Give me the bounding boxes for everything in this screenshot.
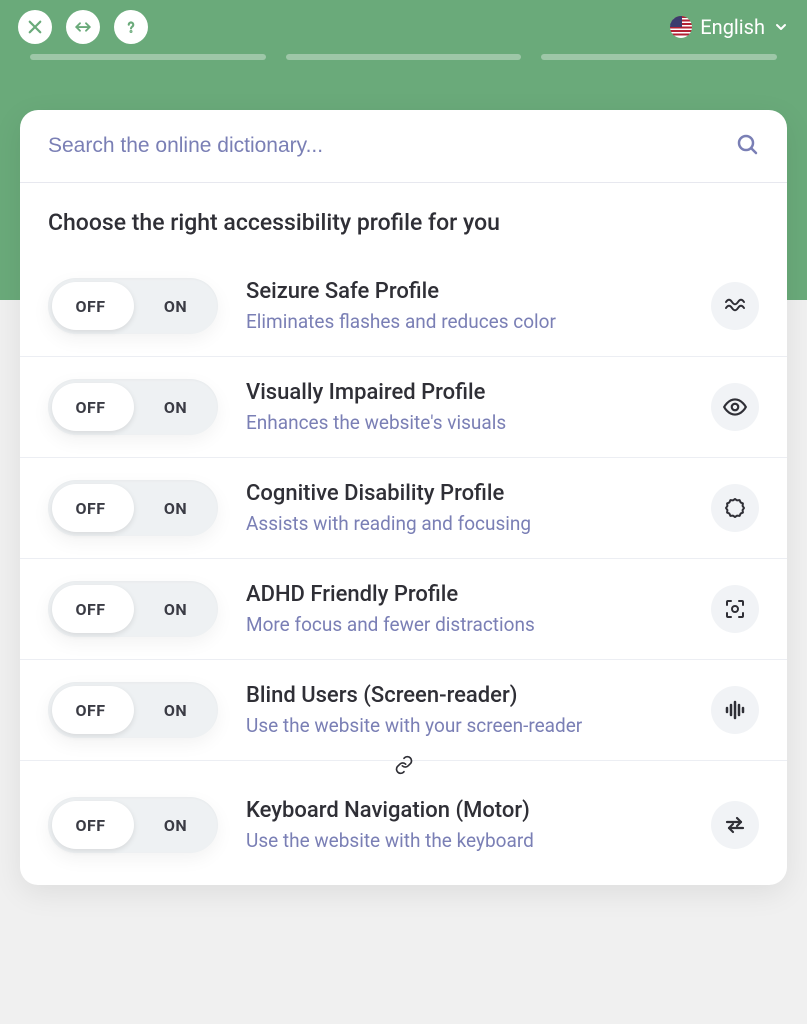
toggle-on-label: ON [133,701,218,720]
toggle-on-label: ON [133,297,218,316]
resize-horizontal-icon [72,18,94,36]
tab-placeholder [30,54,266,60]
profile-row-adhd: OFF ON ADHD Friendly Profile More focus … [20,559,787,660]
eye-icon [711,383,759,431]
profile-desc: Assists with reading and focusing [246,512,683,535]
profile-text: Seizure Safe Profile Eliminates flashes … [246,279,683,333]
flag-usa-icon [670,16,692,38]
toggle-off-label: OFF [48,297,133,316]
tabs-row [0,54,807,60]
top-bar-left [18,10,148,44]
profile-text: Keyboard Navigation (Motor) Use the webs… [246,798,683,852]
toggle-on-label: ON [133,600,218,619]
profile-title: Keyboard Navigation (Motor) [246,798,683,823]
profile-row-seizure-safe: OFF ON Seizure Safe Profile Eliminates f… [20,256,787,357]
profile-title: Cognitive Disability Profile [246,481,683,506]
toggle-seizure-safe[interactable]: OFF ON [48,278,218,334]
tab-placeholder [286,54,522,60]
profile-text: Blind Users (Screen-reader) Use the webs… [246,683,683,737]
toggle-off-label: OFF [48,816,133,835]
profile-text: ADHD Friendly Profile More focus and few… [246,582,683,636]
toggle-off-label: OFF [48,701,133,720]
dictionary-search-input[interactable] [48,134,735,158]
profile-text: Cognitive Disability Profile Assists wit… [246,481,683,535]
resize-button[interactable] [66,10,100,44]
toggle-off-label: OFF [48,398,133,417]
profile-title: Visually Impaired Profile [246,380,683,405]
toggle-keyboard[interactable]: OFF ON [48,797,218,853]
profile-desc: Enhances the website's visuals [246,411,683,434]
profile-desc: More focus and fewer distractions [246,613,683,636]
search-button[interactable] [735,132,759,160]
close-button[interactable] [18,10,52,44]
focus-target-icon [711,585,759,633]
toggle-on-label: ON [133,499,218,518]
profile-title: Blind Users (Screen-reader) [246,683,683,708]
search-icon [735,132,759,156]
profile-title: Seizure Safe Profile [246,279,683,304]
accessibility-panel: Choose the right accessibility profile f… [20,110,787,885]
section-title: Choose the right accessibility profile f… [20,183,787,256]
profile-row-blind: OFF ON Blind Users (Screen-reader) Use t… [20,660,787,761]
profile-row-keyboard: OFF ON Keyboard Navigation (Motor) Use t… [20,775,787,875]
toggle-adhd[interactable]: OFF ON [48,581,218,637]
audio-bars-icon [711,686,759,734]
profile-row-visually-impaired: OFF ON Visually Impaired Profile Enhance… [20,357,787,458]
profile-desc: Eliminates flashes and reduces color [246,310,683,333]
help-button[interactable] [114,10,148,44]
toggle-off-label: OFF [48,600,133,619]
help-icon [122,18,140,36]
top-bar: English [0,0,807,50]
badge-icon [711,484,759,532]
toggle-blind[interactable]: OFF ON [48,682,218,738]
toggle-visually-impaired[interactable]: OFF ON [48,379,218,435]
seizure-wave-icon [711,282,759,330]
toggle-on-label: ON [133,816,218,835]
link-icon [390,755,418,775]
profile-text: Visually Impaired Profile Enhances the w… [246,380,683,434]
language-select[interactable]: English [670,15,789,39]
toggle-cognitive[interactable]: OFF ON [48,480,218,536]
profile-desc: Use the website with your screen-reader [246,714,683,737]
swap-arrows-icon [711,801,759,849]
profile-desc: Use the website with the keyboard [246,829,683,852]
profile-row-cognitive: OFF ON Cognitive Disability Profile Assi… [20,458,787,559]
chevron-down-icon [773,19,789,35]
tab-placeholder [541,54,777,60]
toggle-off-label: OFF [48,499,133,518]
close-icon [26,18,44,36]
profile-title: ADHD Friendly Profile [246,582,683,607]
search-row [20,110,787,183]
language-label: English [700,15,765,39]
toggle-on-label: ON [133,398,218,417]
